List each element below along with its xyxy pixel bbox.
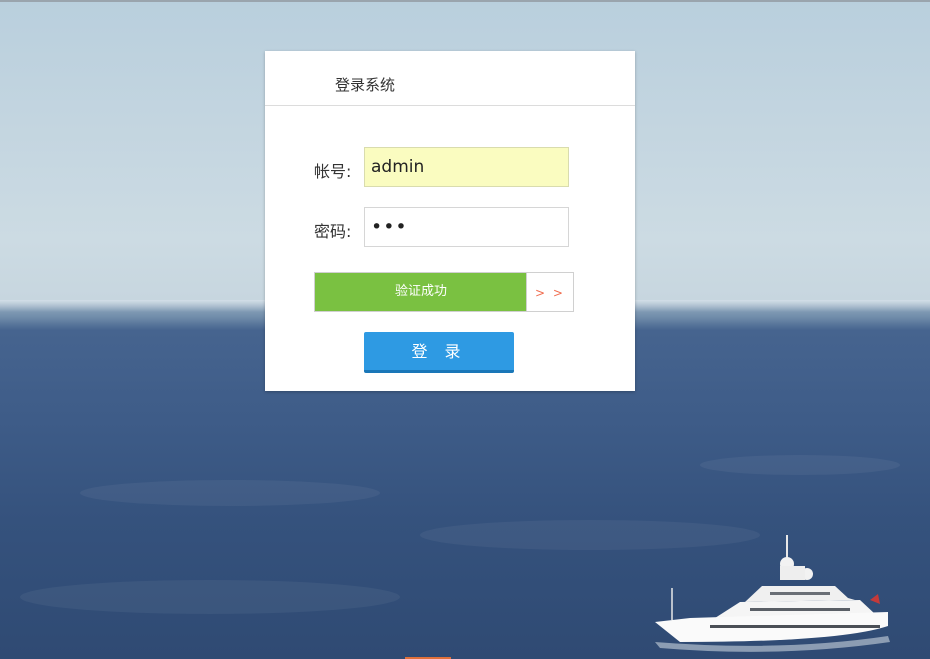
divider — [265, 105, 635, 106]
username-input[interactable]: admin — [364, 147, 569, 187]
slider-success-text: 验证成功 — [315, 273, 527, 311]
wave — [80, 480, 380, 506]
wave — [20, 580, 400, 614]
login-button[interactable]: 登 录 — [364, 332, 514, 373]
username-label: 帐号: — [314, 162, 352, 181]
login-panel: 登录系统 帐号: admin 密码: ••• 验证成功 > > 登 录 — [265, 51, 635, 391]
wave — [700, 455, 900, 475]
panel-title: 登录系统 — [335, 76, 396, 94]
slider-handle[interactable]: > > — [526, 273, 573, 311]
top-border — [0, 0, 930, 2]
password-input[interactable]: ••• — [364, 207, 569, 247]
password-label: 密码: — [314, 222, 352, 241]
yacht-image — [655, 535, 890, 652]
slider-captcha[interactable]: 验证成功 > > — [314, 272, 574, 312]
